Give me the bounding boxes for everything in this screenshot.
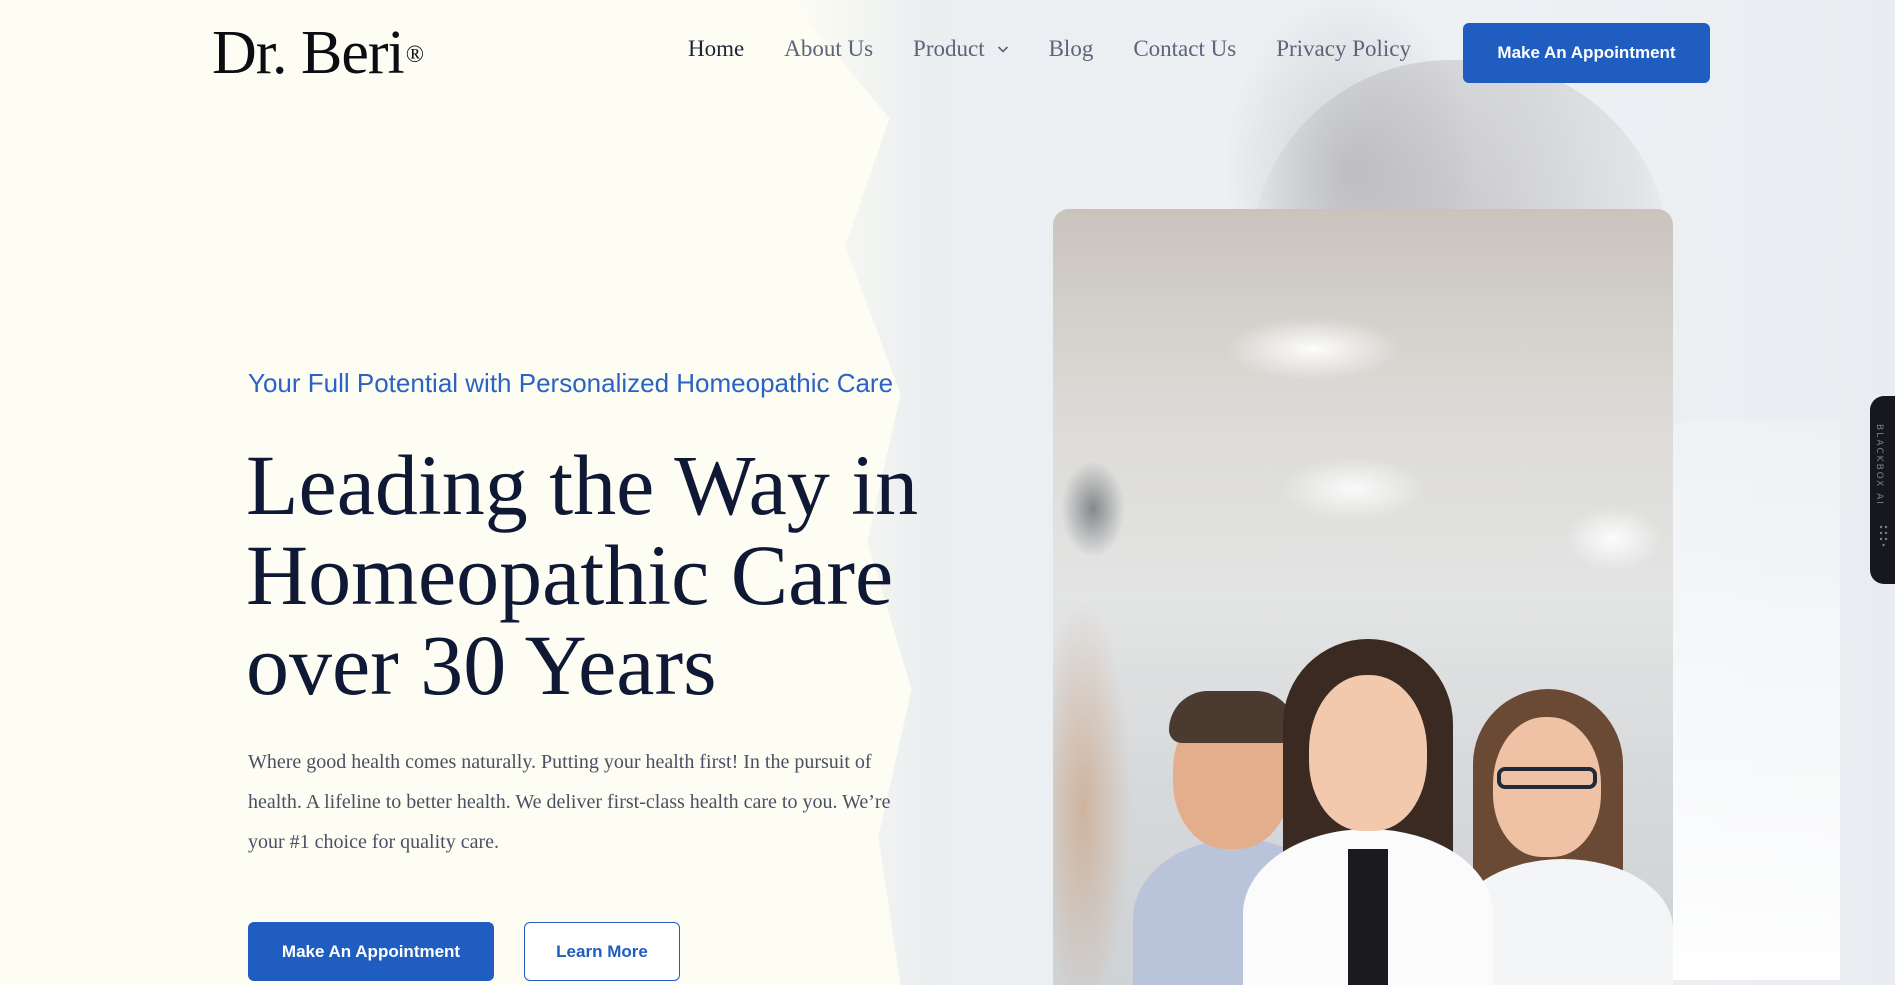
doctor-figure-center [1243,639,1493,985]
header-appointment-button[interactable]: Make An Appointment [1463,23,1710,83]
nav-item-label: About Us [784,36,874,61]
side-widget-label: BLACKBOX AI [1874,424,1884,506]
site-logo[interactable]: Dr. Beri® [212,19,424,87]
nav-item-label: Contact Us [1133,36,1237,61]
nav-item-blog[interactable]: Blog [1049,36,1094,62]
main-nav: Home About Us Product Blog Contact Us Pr… [688,36,1411,62]
dots-icon [1879,525,1888,547]
nav-item-label: Home [688,36,745,61]
hero-headline: Leading the Way in Homeopathic Care over… [246,437,919,713]
glasses-icon [1497,767,1597,789]
nav-item-label: Blog [1048,36,1094,61]
hero-tagline: Your Full Potential with Personalized Ho… [248,368,894,398]
nav-item-product[interactable]: Product [913,36,1009,62]
hero-description: Where good health comes naturally. Putti… [248,751,891,853]
doctors-team-photo [1053,209,1673,985]
chevron-down-icon [997,46,1008,53]
nav-item-home[interactable]: Home [688,36,744,62]
logo-text: Dr. Beri [212,19,405,87]
nav-item-privacy-policy[interactable]: Privacy Policy [1276,36,1411,62]
nav-item-contact-us[interactable]: Contact Us [1133,36,1236,62]
registered-mark: ® [405,42,424,68]
nav-item-about-us[interactable]: About Us [784,36,873,62]
nav-item-label: Product [913,36,985,61]
side-widget-tab[interactable]: BLACKBOX AI [1870,396,1895,584]
hero-appointment-button[interactable]: Make An Appointment [248,922,494,981]
nav-item-label: Privacy Policy [1276,36,1411,61]
site-header: Dr. Beri® Home About Us Product Blog Con… [0,0,1895,104]
learn-more-button[interactable]: Learn More [524,922,680,981]
